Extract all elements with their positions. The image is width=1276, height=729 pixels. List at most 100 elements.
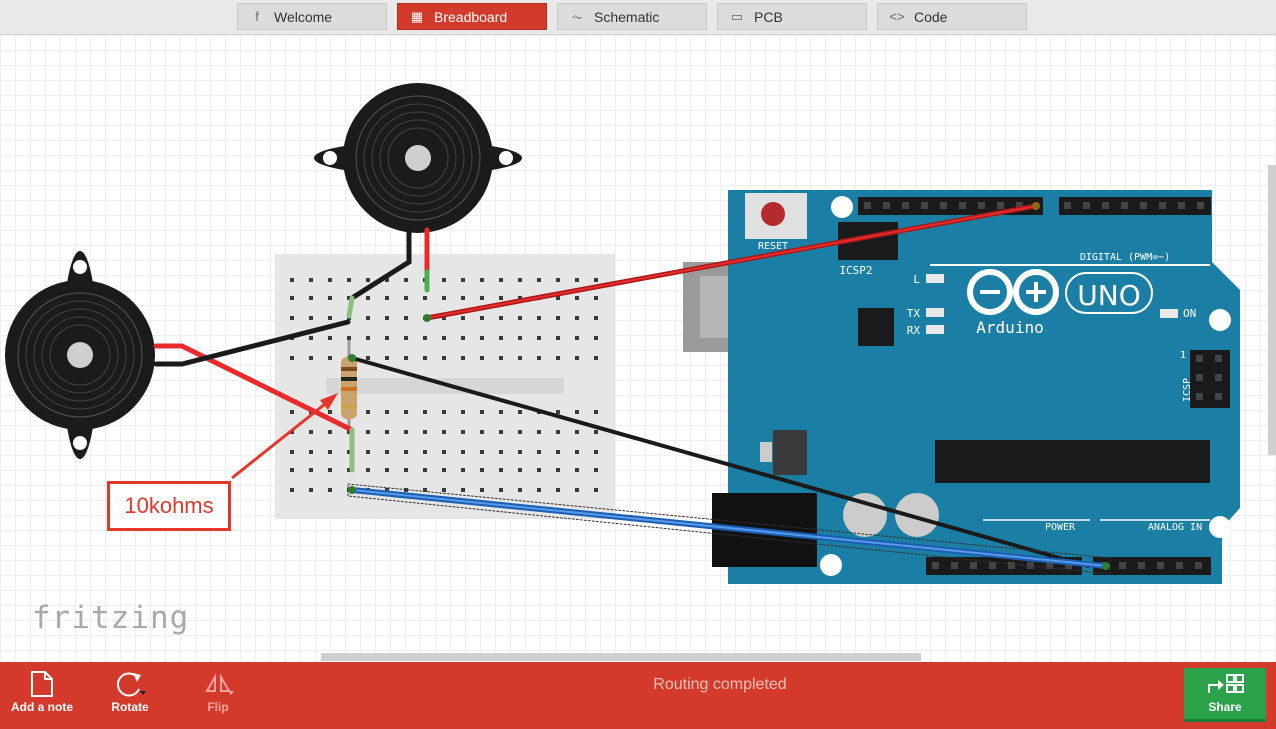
hole [499, 356, 503, 360]
hole [423, 430, 427, 434]
hole [290, 356, 294, 360]
share-icon [1205, 673, 1245, 700]
rotate-button[interactable]: Rotate [90, 668, 170, 724]
hole [921, 202, 928, 209]
hole [461, 336, 465, 340]
hole [404, 278, 408, 282]
tab-pcb[interactable]: ▭ PCB [717, 3, 867, 30]
view-tab-bar: f Welcome ▦ Breadboard ⏦ Schematic ▭ PCB… [0, 0, 1276, 35]
hole [290, 450, 294, 454]
hole [537, 336, 541, 340]
hole [461, 278, 465, 282]
hole [461, 296, 465, 300]
arduino-brand-label: Arduino [976, 318, 1043, 337]
hole [423, 468, 427, 472]
hole [385, 356, 389, 360]
hole [537, 278, 541, 282]
hole [1196, 393, 1203, 400]
piezo-buzzer-top[interactable] [314, 83, 522, 233]
hole [290, 468, 294, 472]
hole [1140, 202, 1147, 209]
hole [404, 336, 408, 340]
hole [328, 488, 332, 492]
hole [556, 316, 560, 320]
tab-pcb-label: PCB [754, 8, 783, 25]
hole [499, 488, 503, 492]
hole [556, 336, 560, 340]
routing-status: Routing completed [653, 676, 787, 693]
hole [309, 488, 313, 492]
hole [940, 202, 947, 209]
digital-header-label: DIGITAL (PWM=~) [1080, 252, 1170, 263]
hole [480, 316, 484, 320]
hole [1178, 202, 1185, 209]
hole [556, 488, 560, 492]
hole [1008, 562, 1015, 569]
hole [499, 278, 503, 282]
rotate-icon [113, 668, 147, 700]
power-label: POWER [1045, 522, 1076, 533]
schematic-icon: ⏦ [571, 8, 583, 24]
add-note-button[interactable]: Add a note [2, 668, 82, 724]
rotate-label: Rotate [111, 700, 149, 714]
hole [575, 488, 579, 492]
flip-label: Flip [207, 700, 229, 714]
hole [537, 468, 541, 472]
hole [423, 336, 427, 340]
share-button[interactable]: Share [1184, 668, 1266, 722]
horizontal-scrollbar[interactable] [321, 653, 921, 661]
hole [385, 296, 389, 300]
hole [309, 468, 313, 472]
hole [309, 278, 313, 282]
hole [537, 356, 541, 360]
hole [518, 316, 522, 320]
hole [594, 356, 598, 360]
hole [1064, 202, 1071, 209]
hole [1215, 355, 1222, 362]
flip-icon [201, 668, 235, 700]
hole [594, 296, 598, 300]
hole [366, 356, 370, 360]
hole [461, 488, 465, 492]
piezo-buzzer-left[interactable] [5, 251, 155, 459]
hole [1176, 562, 1183, 569]
hole [594, 430, 598, 434]
hole [575, 336, 579, 340]
circuit-drawing: RESET ICSP2 DIGITAL (PWM=~) L TX RX UNO … [5, 83, 1240, 584]
hole [480, 410, 484, 414]
hole [575, 356, 579, 360]
hole [499, 336, 503, 340]
tab-code-label: Code [914, 8, 948, 25]
hole [932, 562, 939, 569]
hole [537, 450, 541, 454]
tab-welcome[interactable]: f Welcome [237, 3, 387, 30]
note-10kohms[interactable]: 10kohms [107, 481, 231, 531]
tab-breadboard[interactable]: ▦ Breadboard [397, 3, 547, 30]
hole [309, 356, 313, 360]
fritzing-logo: fritzing [32, 600, 190, 636]
hole [902, 202, 909, 209]
hole [366, 410, 370, 414]
hole [328, 468, 332, 472]
hole [575, 410, 579, 414]
hole [518, 356, 522, 360]
hole [442, 468, 446, 472]
tab-schematic[interactable]: ⏦ Schematic [557, 3, 707, 30]
hole [290, 410, 294, 414]
hole [404, 410, 408, 414]
hole [423, 450, 427, 454]
hole [1215, 374, 1222, 381]
hole [970, 562, 977, 569]
vertical-scrollbar[interactable] [1268, 165, 1276, 455]
hole [385, 450, 389, 454]
flip-button[interactable]: Flip [178, 668, 258, 724]
tab-code[interactable]: <> Code [877, 3, 1027, 30]
hole [499, 296, 503, 300]
hole [480, 278, 484, 282]
hole [480, 468, 484, 472]
hole [404, 468, 408, 472]
hole [461, 410, 465, 414]
hole [480, 430, 484, 434]
breadboard-canvas[interactable]: RESET ICSP2 DIGITAL (PWM=~) L TX RX UNO … [0, 35, 1276, 662]
hole [883, 202, 890, 209]
